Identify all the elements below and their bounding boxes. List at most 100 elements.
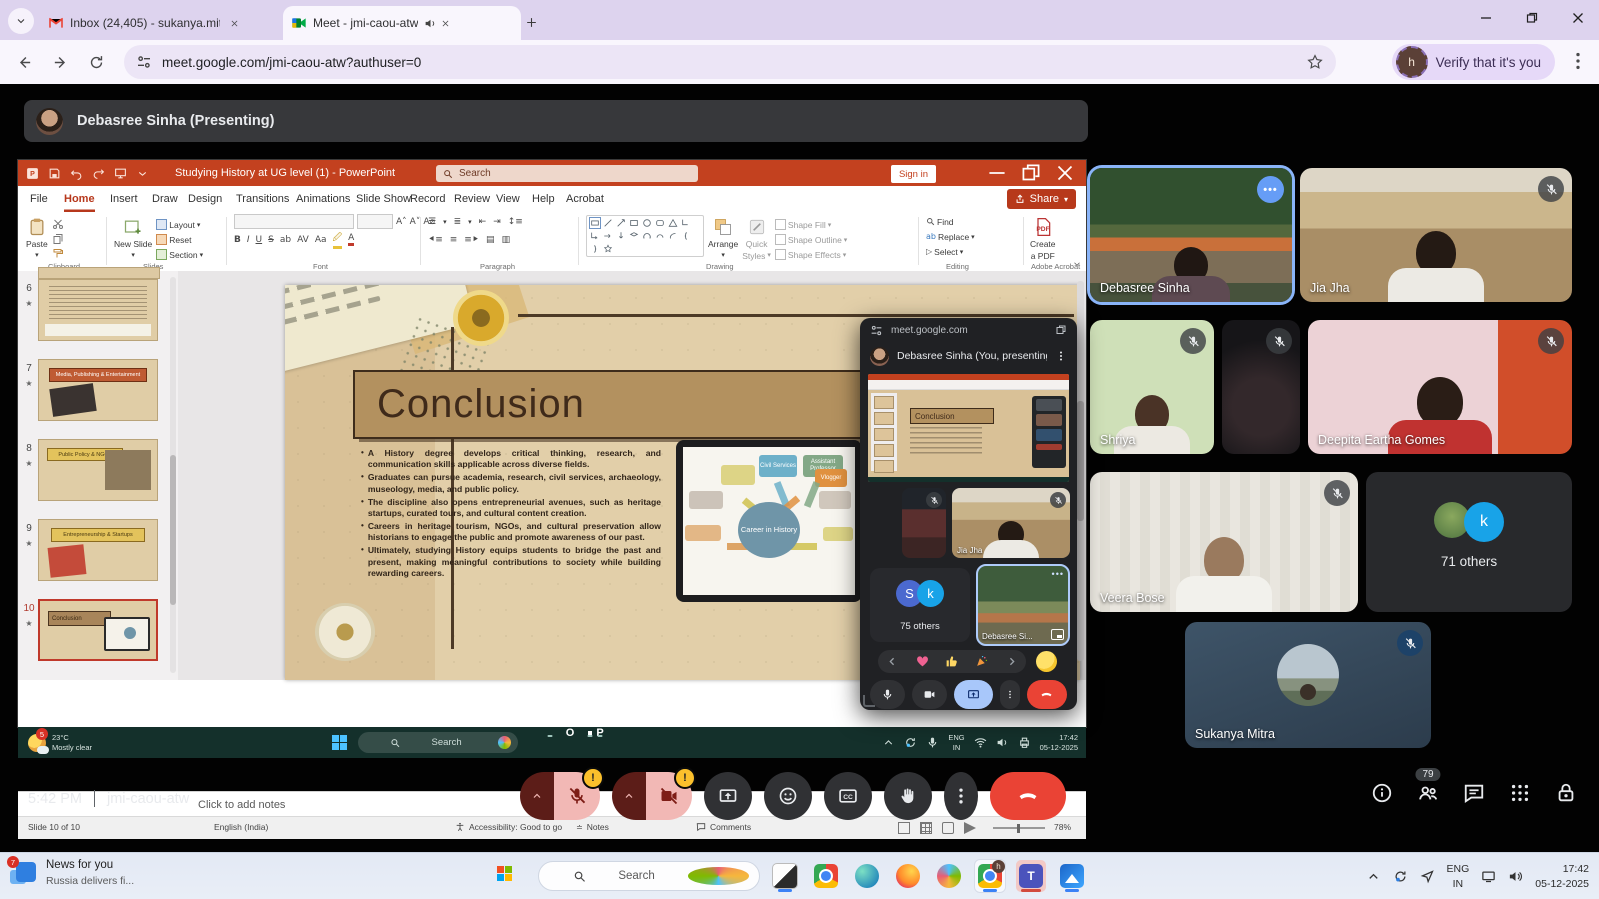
ribbon-tab-record[interactable]: Record	[410, 186, 445, 212]
career-diagram-tablet[interactable]: Civil Services Assistant Professor Vlogg…	[676, 440, 862, 602]
shared-start-icon[interactable]	[332, 735, 347, 750]
reactions-next-icon[interactable]	[1005, 655, 1018, 668]
ribbon-tab-view[interactable]: View	[496, 186, 520, 212]
select-button[interactable]: ▷Select▾	[926, 245, 963, 258]
shape-option-icon[interactable]	[642, 231, 652, 241]
shape-option-icon[interactable]	[616, 218, 626, 228]
edge-icon[interactable]	[852, 860, 882, 892]
volume-icon[interactable]	[996, 736, 1009, 749]
quick-styles-button[interactable]: Quick Styles▾	[742, 215, 771, 261]
cam-off-options-icon[interactable]	[612, 772, 646, 820]
change-case-icon[interactable]: Aa	[315, 235, 327, 245]
reactions-prev-icon[interactable]	[886, 655, 899, 668]
update-icon[interactable]	[1393, 869, 1408, 884]
redo-icon[interactable]	[92, 167, 105, 180]
slide-thumbnail-7[interactable]: Media, Publishing & Entertainment	[38, 359, 158, 421]
format-painter-icon[interactable]	[52, 248, 64, 260]
participant-tile[interactable]: Deepita Eartha Gomes	[1308, 320, 1572, 454]
shrink-font-icon[interactable]: A˅	[410, 217, 421, 227]
section-button[interactable]: Section▾	[156, 248, 203, 261]
emoji-button[interactable]	[764, 772, 812, 820]
qat-more-icon[interactable]	[136, 167, 149, 180]
restore-icon[interactable]	[1517, 4, 1547, 32]
shape-option-icon[interactable]	[681, 231, 691, 241]
shape-option-icon[interactable]	[668, 231, 678, 241]
tray-chevron-icon[interactable]	[1366, 869, 1381, 884]
forward-icon[interactable]	[46, 48, 74, 76]
minimize-icon[interactable]	[1471, 4, 1501, 32]
highlight-icon[interactable]: 🖉	[333, 230, 343, 249]
pip-participant-video-2[interactable]: Jia Jha	[952, 488, 1070, 558]
back-to-tab-icon[interactable]	[1055, 324, 1067, 336]
meet-pip-window[interactable]: meet.google.com Debasree Sinha (You, pre…	[860, 318, 1077, 710]
shape-outline-button[interactable]: Shape Outline▾	[775, 233, 847, 246]
self-menu-icon[interactable]: •••	[1052, 569, 1064, 579]
shared-search-box[interactable]: Search	[358, 732, 518, 753]
slideshow-icon[interactable]	[114, 167, 127, 180]
bookmark-star-icon[interactable]	[1306, 53, 1324, 71]
start-button[interactable]	[497, 866, 512, 881]
pip-present-button[interactable]	[954, 680, 993, 709]
thumbnail-scrollbar[interactable]	[170, 277, 176, 673]
bold-icon[interactable]: B	[234, 235, 241, 245]
ribbon-tab-draw[interactable]: Draw	[152, 186, 178, 212]
underline-icon[interactable]: U	[256, 235, 263, 245]
close-icon[interactable]	[1563, 4, 1593, 32]
shared-clock[interactable]: 17:42	[1059, 733, 1078, 742]
end-call-button[interactable]	[990, 772, 1066, 820]
shape-option-icon[interactable]	[629, 218, 639, 228]
paste-button[interactable]: Paste▾	[26, 215, 48, 259]
ribbon-tab-animations[interactable]: Animations	[296, 186, 350, 212]
people-icon[interactable]: 79	[1417, 782, 1439, 804]
ppt-search-box[interactable]: Search	[436, 165, 698, 182]
chat-icon[interactable]	[1463, 782, 1485, 804]
slide-thumbnail-8[interactable]: Public Policy & NGOs	[38, 439, 158, 501]
browser-tab[interactable]: Meet - jmi-caou-atw	[283, 6, 521, 40]
tile-menu-icon[interactable]: •••	[1257, 176, 1284, 203]
local-search-box[interactable]: Search	[538, 861, 760, 891]
shape-option-icon[interactable]	[655, 218, 665, 228]
slide-thumbnail-6[interactable]	[38, 279, 158, 341]
update-icon[interactable]	[904, 736, 917, 749]
participant-tile[interactable]: Jia Jha	[1300, 168, 1572, 302]
align-center-icon[interactable]: ≡	[450, 235, 458, 245]
sign-in-button[interactable]: Sign in	[891, 165, 936, 183]
host-lock-icon[interactable]	[1555, 782, 1577, 804]
shadow-icon[interactable]: ab	[280, 235, 291, 245]
char-spacing-icon[interactable]: AV	[297, 235, 309, 245]
back-icon[interactable]	[10, 48, 38, 76]
reset-button[interactable]: Reset	[156, 233, 203, 246]
ribbon-tab-file[interactable]: File	[30, 186, 48, 212]
ribbon-tab-slide-show[interactable]: Slide Show	[356, 186, 411, 212]
ppt-minimize-icon[interactable]	[980, 160, 1014, 186]
snip-icon[interactable]	[770, 860, 800, 892]
ribbon-tab-review[interactable]: Review	[454, 186, 490, 212]
participant-tile[interactable]: Debasree Sinha•••	[1090, 168, 1292, 302]
location-icon[interactable]	[1420, 869, 1435, 884]
shape-option-icon[interactable]	[642, 218, 652, 228]
align-left-icon[interactable]: ⯇≡	[428, 235, 443, 245]
firefox-icon[interactable]	[893, 860, 923, 892]
slide-thumbnail-9[interactable]: Entrepreneurship & Startups	[38, 519, 158, 581]
slide-bullet-list[interactable]: A History degree develops critical think…	[361, 448, 661, 581]
align-right-icon[interactable]: ≡⯈	[464, 235, 479, 245]
pip-camera-button[interactable]	[912, 680, 947, 709]
pip-end-call-button[interactable]	[1027, 680, 1067, 709]
volume-icon[interactable]	[1508, 869, 1523, 884]
shape-option-icon[interactable]	[590, 231, 600, 241]
reload-icon[interactable]	[82, 48, 110, 76]
new-tab-button[interactable]	[519, 10, 543, 34]
layout-button[interactable]: Layout▾	[156, 218, 203, 231]
font-size-box[interactable]	[357, 214, 393, 229]
tray-chevron-icon[interactable]	[882, 736, 895, 749]
tab-close-icon[interactable]	[226, 15, 242, 31]
shape-option-icon[interactable]	[629, 231, 639, 241]
local-clock[interactable]: 17:42	[1563, 863, 1589, 875]
hand-button[interactable]	[884, 772, 932, 820]
justify-icon[interactable]: ▤	[486, 235, 495, 245]
emoji-picker-icon[interactable]	[1036, 651, 1057, 672]
mic-off-options-icon[interactable]	[520, 772, 554, 820]
participant-tile[interactable]: Sukanya Mitra	[1185, 622, 1431, 748]
font-name-box[interactable]	[234, 214, 354, 229]
pip-reactions-bar[interactable]	[878, 650, 1026, 673]
